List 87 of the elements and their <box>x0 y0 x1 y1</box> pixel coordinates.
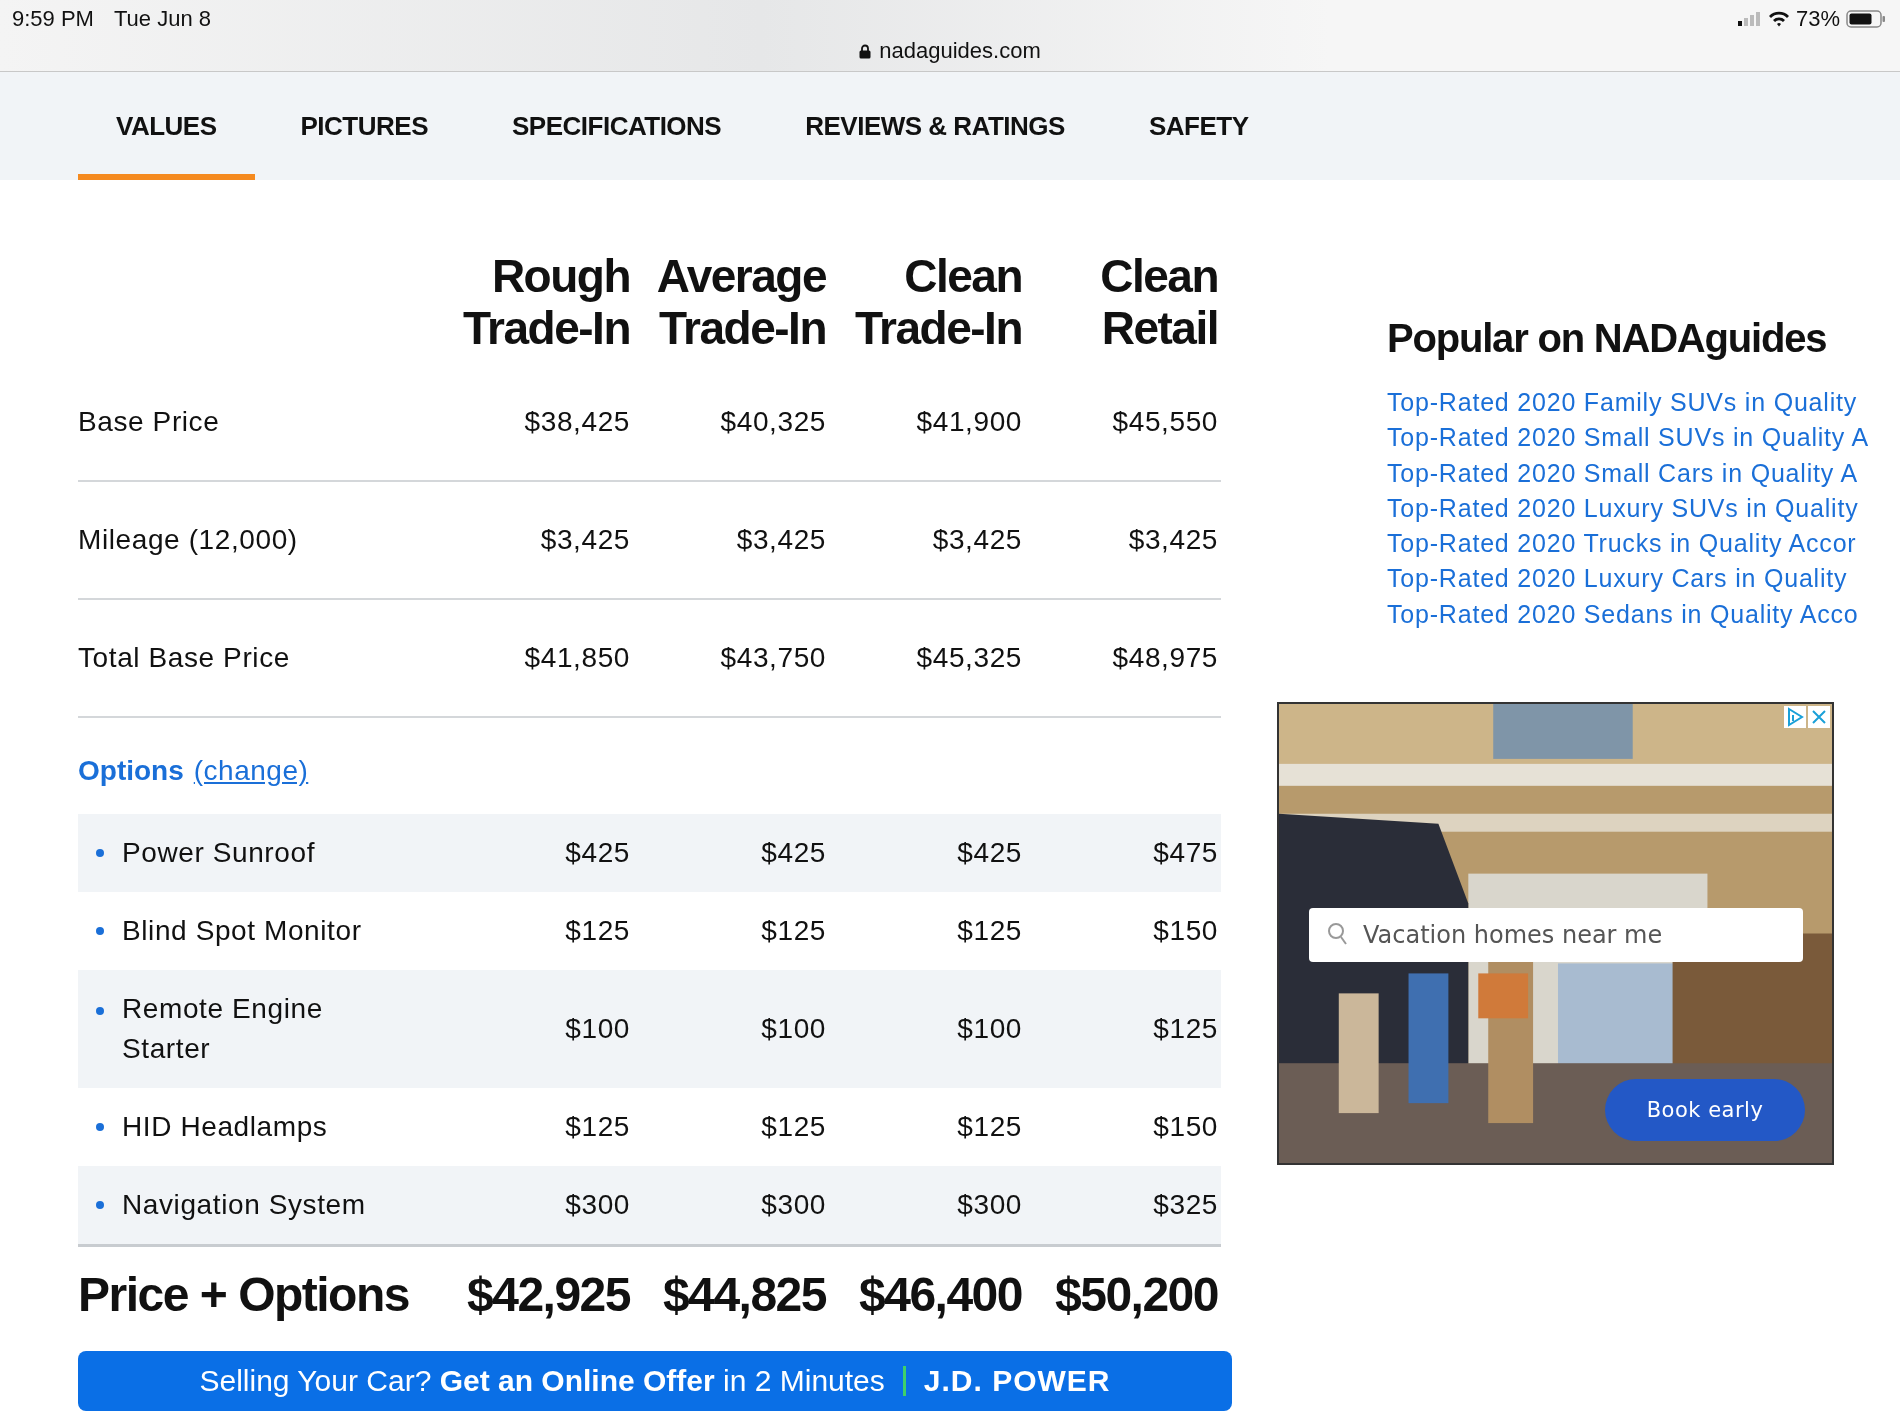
popular-heading: Popular on NADAguides <box>1387 316 1827 361</box>
separator-bar <box>902 1366 906 1396</box>
price-cell-text: $125 <box>1152 1013 1218 1045</box>
column-header: Rough Trade-In <box>462 250 630 354</box>
article-link[interactable]: Top-Rated 2020 Sedans in Quality Acco <box>1387 596 1859 633</box>
search-field[interactable]: Vacation homes near me <box>1309 908 1803 963</box>
nav-tab[interactable]: SPECIFICATIONS <box>474 72 760 180</box>
price-cell-text: $48,975 <box>1111 642 1218 674</box>
row-label: Mileage (12,000) <box>78 524 299 556</box>
battery-percent: 73% <box>1795 6 1840 32</box>
bullet-icon <box>96 1007 104 1015</box>
price-cell-text: $425 <box>564 837 630 869</box>
price-cell-text: $125 <box>956 1111 1022 1143</box>
bullet-icon <box>96 1201 104 1209</box>
nav-tab[interactable]: PICTURES <box>262 72 466 180</box>
price-cell-text: $150 <box>1152 1111 1218 1143</box>
url-text[interactable]: nadaguides.com <box>879 38 1041 64</box>
option-label: Remote Engine Starter <box>122 992 324 1066</box>
price-cell-text: $40,325 <box>719 406 826 438</box>
option-label: HID Headlamps <box>122 1110 328 1144</box>
total-price: $46,400 <box>858 1266 1022 1322</box>
price-cell-text: $125 <box>564 1111 630 1143</box>
price-cell-text: $300 <box>956 1189 1022 1221</box>
options-heading: Options <box>78 755 184 787</box>
article-link[interactable]: Top-Rated 2020 Luxury Cars in Quality <box>1387 561 1848 597</box>
column-header: Clean Trade-In <box>854 250 1022 354</box>
price-cell-text: $425 <box>956 837 1022 869</box>
price-cell-text: $475 <box>1152 837 1218 869</box>
price-cell-text: $125 <box>956 915 1022 947</box>
article-link[interactable]: Top-Rated 2020 Small Cars in Quality A <box>1387 455 1858 491</box>
price-cell-text: $425 <box>760 837 826 869</box>
search-icon <box>1327 922 1349 947</box>
lock-icon <box>859 43 872 59</box>
ad-banner[interactable]: Vacation homes near me Book early <box>1277 702 1834 1166</box>
offer-banner[interactable]: Selling Your Car? Get an Online Offer in 2 Minutes J.D. POWER <box>78 1351 1232 1411</box>
price-cell-text: $41,900 <box>915 406 1022 438</box>
total-price: $42,925 <box>466 1266 630 1322</box>
total-price: $50,200 <box>1054 1266 1218 1322</box>
wifi-icon <box>1767 11 1790 27</box>
bullet-icon <box>96 1123 104 1131</box>
price-cell-text: $3,425 <box>1127 524 1218 556</box>
option-label: Navigation System <box>122 1188 366 1222</box>
price-cell-text: $125 <box>760 1111 826 1143</box>
book-early-button[interactable]: Book early <box>1605 1079 1805 1142</box>
price-cell-text: $100 <box>564 1013 630 1045</box>
option-label: Power Sunroof <box>122 836 315 870</box>
ad-info-icon[interactable] <box>1784 706 1806 729</box>
price-cell-text: $300 <box>564 1189 630 1221</box>
bullet-icon <box>96 927 104 935</box>
article-link[interactable]: Top-Rated 2020 Luxury SUVs in Quality <box>1387 490 1859 527</box>
row-label: Total Base Price <box>78 642 291 674</box>
brand-text: J.D. POWER <box>923 1364 1111 1398</box>
article-link[interactable]: Top-Rated 2020 Small SUVs in Quality A <box>1387 420 1869 456</box>
bullet-icon <box>96 849 104 857</box>
total-price: $44,825 <box>662 1266 826 1322</box>
price-cell-text: $45,550 <box>1111 406 1218 438</box>
price-cell-text: $41,850 <box>523 642 630 674</box>
price-cell-text: $150 <box>1152 915 1218 947</box>
price-cell-text: $125 <box>564 915 630 947</box>
price-cell-text: $100 <box>956 1013 1022 1045</box>
column-header: Clean Retail <box>1099 250 1218 354</box>
nav-tab[interactable]: SAFETY <box>1110 72 1287 180</box>
article-link[interactable]: Top-Rated 2020 Trucks in Quality Accor <box>1387 526 1857 562</box>
price-cell-text: $300 <box>760 1189 826 1221</box>
option-label: Blind Spot Monitor <box>122 914 362 948</box>
price-cell-text: $38,425 <box>523 406 630 438</box>
nav-tab[interactable]: REVIEWS & RATINGS <box>767 72 1103 180</box>
price-cell-text: $100 <box>760 1013 826 1045</box>
price-cell-text: $125 <box>760 915 826 947</box>
price-cell-text: $45,325 <box>915 642 1022 674</box>
battery-icon <box>1846 10 1886 28</box>
status-date: Tue Jun 8 <box>113 6 211 32</box>
column-header: Average Trade-In <box>655 250 826 354</box>
close-icon[interactable] <box>1808 706 1830 729</box>
banner-text: Selling Your Car? Get an Online Offer in 2 Minutes <box>199 1364 885 1398</box>
signal-icon <box>1737 12 1762 26</box>
change-link[interactable]: (change) <box>193 755 309 787</box>
price-cell-text: $325 <box>1152 1189 1218 1221</box>
total-label: Price + Options <box>78 1266 410 1322</box>
row-label: Base Price <box>78 406 221 438</box>
nav-tab[interactable]: VALUES <box>78 72 255 180</box>
price-cell-text: $43,750 <box>719 642 826 674</box>
price-cell-text: $3,425 <box>539 524 630 556</box>
article-link[interactable]: Top-Rated 2020 Family SUVs in Quality <box>1387 385 1858 421</box>
price-cell-text: $3,425 <box>931 524 1022 556</box>
price-cell-text: $3,425 <box>735 524 826 556</box>
status-time: 9:59 PM <box>12 6 94 32</box>
